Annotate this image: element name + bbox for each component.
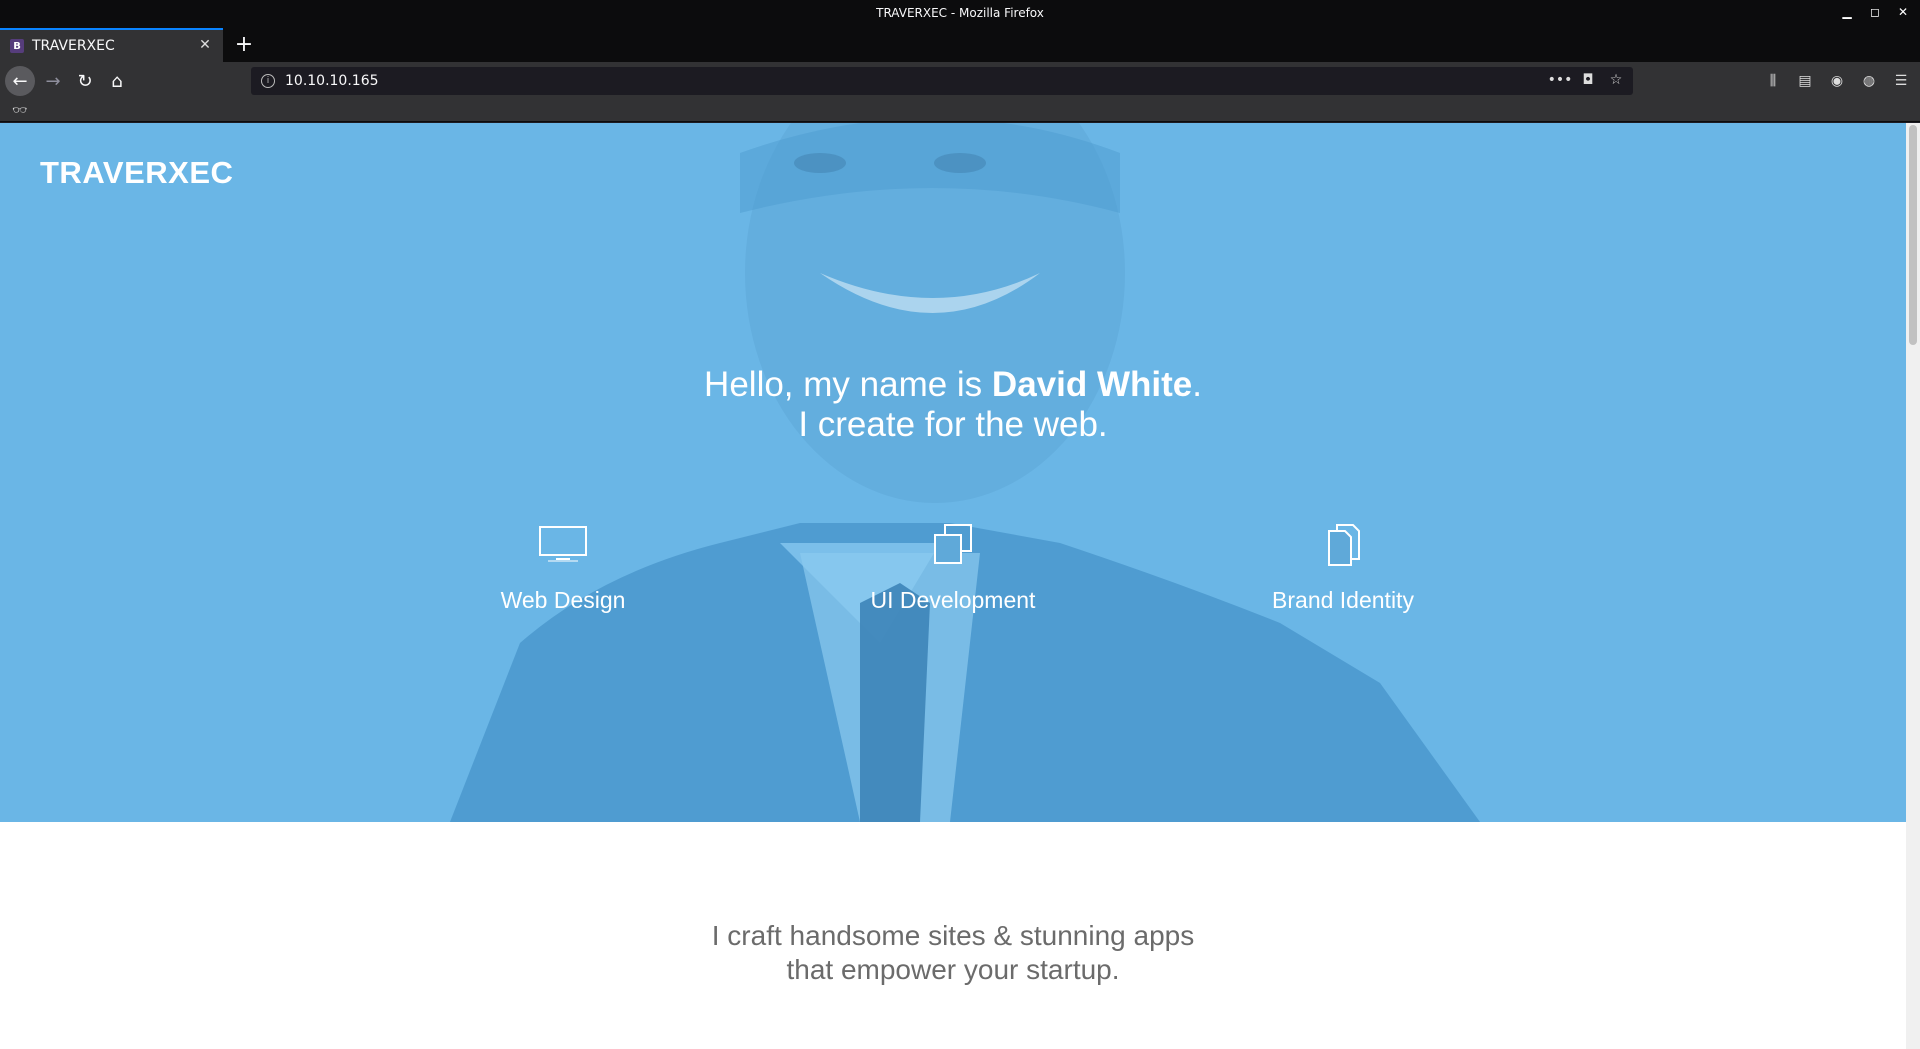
window-controls: ▁ ◻ ✕ [1840, 4, 1910, 20]
scrollbar-thumb[interactable] [1909, 125, 1917, 345]
hero-background-photo [450, 123, 1480, 822]
pocket-icon[interactable]: ◘ [1579, 71, 1597, 89]
mask-icon[interactable]: 👓︎ [12, 103, 27, 117]
menu-icon[interactable]: ☰ [1890, 66, 1912, 96]
sidebar-icon[interactable]: ▤ [1794, 66, 1816, 96]
stacked-windows-icon [934, 524, 972, 564]
bookmark-star-icon[interactable]: ☆ [1607, 71, 1625, 89]
address-bar[interactable]: i 10.10.10.165 ••• ◘ ☆ [251, 67, 1633, 95]
headline-prefix: Hello, my name is [704, 365, 992, 404]
nav-toolbar: ← → ↻ ⌂ i 10.10.10.165 ••• ◘ ☆ ⫼ ▤ ◉ ◍ ☰ [0, 62, 1920, 100]
site-logo[interactable]: TRAVERXEC [40, 155, 233, 191]
tab-strip: B TRAVERXEC ✕ + [0, 26, 1920, 62]
url-text: 10.10.10.165 [285, 73, 379, 89]
library-icon[interactable]: ⫼ [1762, 66, 1784, 96]
service-label: Brand Identity [1272, 587, 1414, 613]
service-label: Web Design [500, 587, 626, 613]
url-actions: ••• ◘ ☆ [1548, 71, 1625, 89]
tagline-line2: that empower your startup. [786, 954, 1120, 985]
close-tab-icon[interactable]: ✕ [197, 37, 213, 53]
monitor-icon [539, 526, 587, 562]
account-icon[interactable]: ◉ [1826, 66, 1848, 96]
new-tab-icon[interactable]: + [232, 32, 256, 57]
service-web-design: Web Design [403, 523, 723, 614]
hero-section: TRAVERXEC Hello, my name is David White.… [0, 123, 1906, 822]
tab-label: TRAVERXEC [32, 38, 115, 54]
page-actions-icon[interactable]: ••• [1548, 71, 1573, 89]
service-label: UI Development [870, 587, 1036, 613]
page-scrollbar[interactable] [1906, 123, 1920, 1049]
window-titlebar: TRAVERXEC - Mozilla Firefox ▁ ◻ ✕ [0, 0, 1920, 26]
forward-icon[interactable]: → [38, 66, 68, 96]
hero-headline: Hello, my name is David White. I create … [0, 365, 1906, 445]
maximize-icon[interactable]: ◻ [1868, 4, 1882, 20]
documents-icon [1328, 524, 1360, 566]
reload-icon[interactable]: ↻ [70, 66, 100, 96]
tab-traverxec[interactable]: B TRAVERXEC ✕ [0, 28, 223, 62]
headline-name: David White [991, 365, 1193, 404]
toolbar-right: ⫼ ▤ ◉ ◍ ☰ [1762, 66, 1912, 96]
service-brand-identity: Brand Identity [1183, 523, 1503, 614]
minimize-icon[interactable]: ▁ [1840, 4, 1854, 20]
page-viewport: TRAVERXEC Hello, my name is David White.… [0, 123, 1906, 1049]
home-icon[interactable]: ⌂ [102, 66, 132, 96]
site-info-icon[interactable]: i [261, 74, 275, 88]
tagline: I craft handsome sites & stunning apps t… [0, 919, 1906, 987]
bookmarks-toolbar: 👓︎ [0, 100, 1920, 122]
headline-suffix: . [1192, 365, 1202, 404]
extension-globe-icon[interactable]: ◍ [1858, 66, 1880, 96]
close-window-icon[interactable]: ✕ [1896, 4, 1910, 20]
headline-line2: I create for the web. [798, 405, 1108, 444]
tagline-line1: I craft handsome sites & stunning apps [711, 920, 1195, 951]
window-title: TRAVERXEC - Mozilla Firefox [876, 6, 1044, 20]
back-icon[interactable]: ← [5, 66, 35, 96]
service-ui-development: UI Development [793, 523, 1113, 614]
favicon-icon: B [10, 39, 24, 53]
